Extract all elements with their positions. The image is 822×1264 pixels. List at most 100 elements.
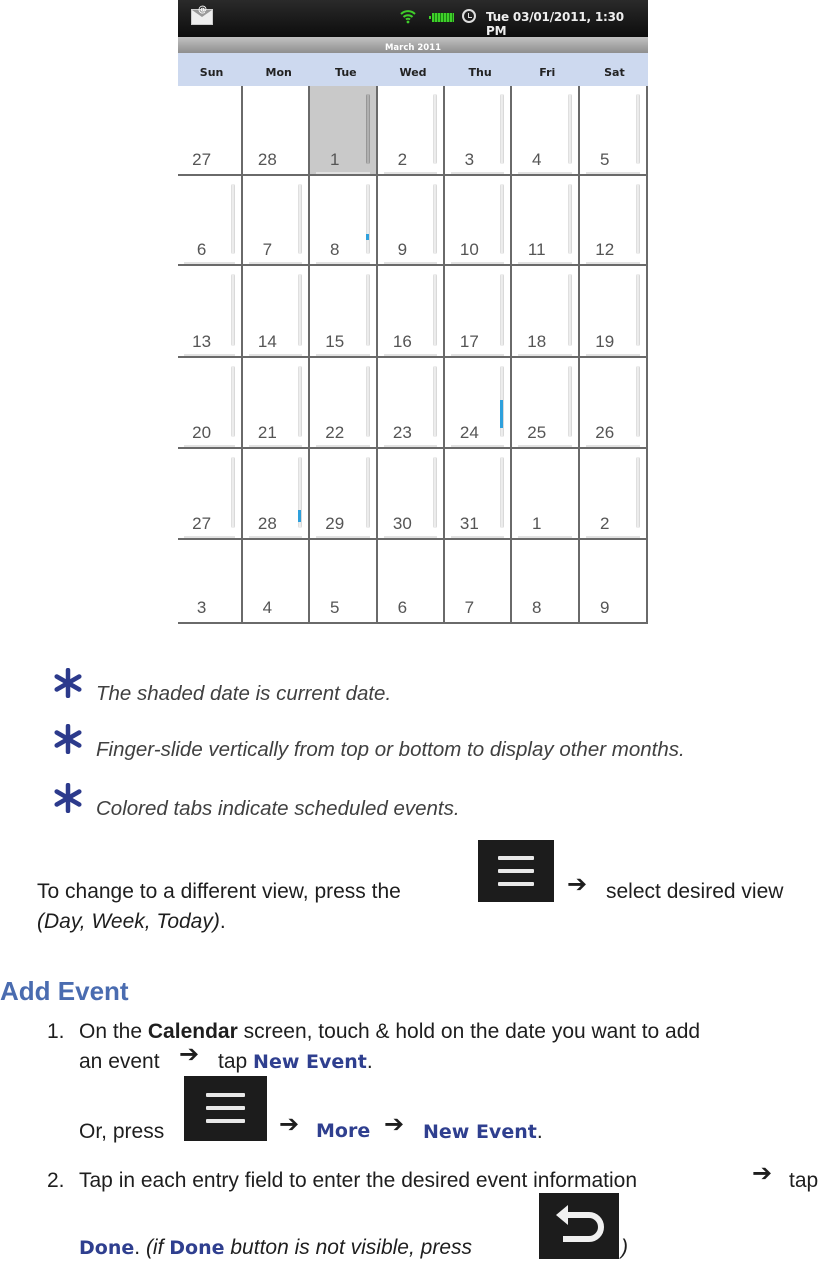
- arrow-right-icon: ➔: [752, 1159, 773, 1187]
- period: .: [134, 1236, 141, 1259]
- day-schedule-track: [366, 366, 370, 437]
- day-number: 9: [600, 598, 610, 617]
- arrow-right-icon: ➔: [279, 1110, 300, 1138]
- paren-close: ): [621, 1236, 628, 1259]
- calendar-day-cell[interactable]: 7: [445, 540, 512, 624]
- status-bar: @ Tue 03/01/2011, 1:30 PM: [178, 0, 648, 38]
- calendar-day-cell[interactable]: 2: [580, 449, 648, 540]
- weekday-label: Fri: [539, 66, 556, 79]
- calendar-day-cell[interactable]: 14: [243, 266, 310, 358]
- calendar-day-cell[interactable]: 25: [512, 358, 580, 449]
- calendar-day-cell[interactable]: 3: [178, 540, 243, 624]
- cell-divider: [451, 172, 504, 174]
- calendar-day-cell[interactable]: 12: [580, 176, 648, 266]
- calendar-day-cell[interactable]: 27: [178, 86, 243, 176]
- event-tab[interactable]: [500, 400, 503, 428]
- day-number: 23: [392, 423, 412, 442]
- calendar-day-cell[interactable]: 13: [178, 266, 243, 358]
- battery-icon: [429, 13, 454, 22]
- day-number: 30: [392, 514, 412, 533]
- section-heading: Add Event: [0, 976, 129, 1006]
- weekday-label: Mon: [265, 66, 292, 79]
- note-text: Colored tabs indicate scheduled events.: [96, 797, 460, 820]
- cell-divider: [451, 354, 504, 356]
- day-number: 2: [397, 150, 408, 169]
- calendar-day-cell-today[interactable]: 1: [310, 86, 378, 176]
- weekday-label: Sat: [604, 66, 625, 79]
- calendar-day-cell[interactable]: 21: [243, 358, 310, 449]
- calendar-day-cell[interactable]: 30: [378, 449, 445, 540]
- step1-text: screen, touch & hold on the date you wan…: [243, 1020, 701, 1043]
- day-schedule-track: [231, 366, 235, 437]
- cell-divider: [249, 354, 302, 356]
- weekday-label: Tue: [335, 66, 357, 79]
- calendar-day-cell[interactable]: 3: [445, 86, 512, 176]
- step2-text: Tap in each entry field to enter the des…: [79, 1169, 637, 1192]
- day-schedule-track: [636, 366, 640, 437]
- calendar-day-cell[interactable]: 6: [178, 176, 243, 266]
- day-number: 9: [397, 240, 408, 259]
- calendar-day-cell[interactable]: 7: [243, 176, 310, 266]
- cell-divider: [249, 445, 302, 447]
- calendar-day-cell[interactable]: 16: [378, 266, 445, 358]
- note-text: The shaded date is current date.: [96, 682, 392, 705]
- cell-divider: [384, 445, 437, 447]
- calendar-day-cell[interactable]: 8: [310, 176, 378, 266]
- calendar-day-cell[interactable]: 17: [445, 266, 512, 358]
- calendar-day-cell[interactable]: 18: [512, 266, 580, 358]
- cell-divider: [316, 172, 370, 174]
- calendar-day-cell[interactable]: 9: [378, 176, 445, 266]
- day-number: 28: [257, 150, 277, 169]
- calendar-day-cell[interactable]: 11: [512, 176, 580, 266]
- calendar-day-cell[interactable]: 5: [310, 540, 378, 624]
- calendar-day-cell[interactable]: 24: [445, 358, 512, 449]
- day-number: 2: [600, 514, 610, 533]
- calendar-day-cell[interactable]: 26: [580, 358, 648, 449]
- calendar-day-cell[interactable]: 4: [512, 86, 580, 176]
- event-tab[interactable]: [366, 234, 369, 240]
- day-schedule-track: [366, 94, 370, 164]
- day-number: 21: [257, 423, 277, 442]
- event-tab[interactable]: [298, 510, 301, 522]
- calendar-day-cell[interactable]: 27: [178, 449, 243, 540]
- calendar-day-cell[interactable]: 2: [378, 86, 445, 176]
- day-schedule-track: [298, 366, 302, 437]
- day-number: 16: [392, 332, 412, 351]
- day-number: 31: [459, 514, 479, 533]
- calendar-day-cell[interactable]: 10: [445, 176, 512, 266]
- cell-divider: [184, 262, 235, 264]
- cell-divider: [316, 354, 370, 356]
- calendar-screenshot: @ Tue 03/01/2011, 1:30 PM March 2011 Sun…: [178, 0, 648, 624]
- day-number: 19: [595, 332, 615, 351]
- day-number: 5: [330, 598, 340, 617]
- calendar-day-cell[interactable]: 6: [378, 540, 445, 624]
- weekday-label: Thu: [468, 66, 492, 79]
- star-bullet-icon: [54, 783, 82, 813]
- day-number: 7: [464, 598, 475, 617]
- period: .: [536, 1120, 543, 1143]
- calendar-day-cell[interactable]: 8: [512, 540, 580, 624]
- tap-text: tap: [789, 1169, 819, 1192]
- calendar-day-cell[interactable]: 31: [445, 449, 512, 540]
- star-bullet-icon: [54, 724, 82, 754]
- cell-divider: [518, 536, 572, 538]
- day-number: 27: [192, 514, 212, 533]
- day-number: 7: [262, 240, 273, 259]
- cell-divider: [316, 262, 370, 264]
- cell-divider: [384, 172, 437, 174]
- calendar-day-cell[interactable]: 28: [243, 449, 310, 540]
- step1-line1: On the Calendar screen, touch & hold on …: [79, 1020, 700, 1044]
- calendar-day-cell[interactable]: 22: [310, 358, 378, 449]
- calendar-day-cell[interactable]: 15: [310, 266, 378, 358]
- calendar-day-cell[interactable]: 23: [378, 358, 445, 449]
- calendar-day-cell[interactable]: 20: [178, 358, 243, 449]
- day-schedule-track: [231, 274, 235, 346]
- calendar-day-cell[interactable]: 9: [580, 540, 648, 624]
- calendar-day-cell[interactable]: 4: [243, 540, 310, 624]
- calendar-day-cell[interactable]: 29: [310, 449, 378, 540]
- calendar-day-cell[interactable]: 5: [580, 86, 648, 176]
- calendar-day-cell[interactable]: 19: [580, 266, 648, 358]
- menu-key-icon: [478, 840, 554, 902]
- calendar-day-cell[interactable]: 28: [243, 86, 310, 176]
- calendar-day-cell[interactable]: 1: [512, 449, 580, 540]
